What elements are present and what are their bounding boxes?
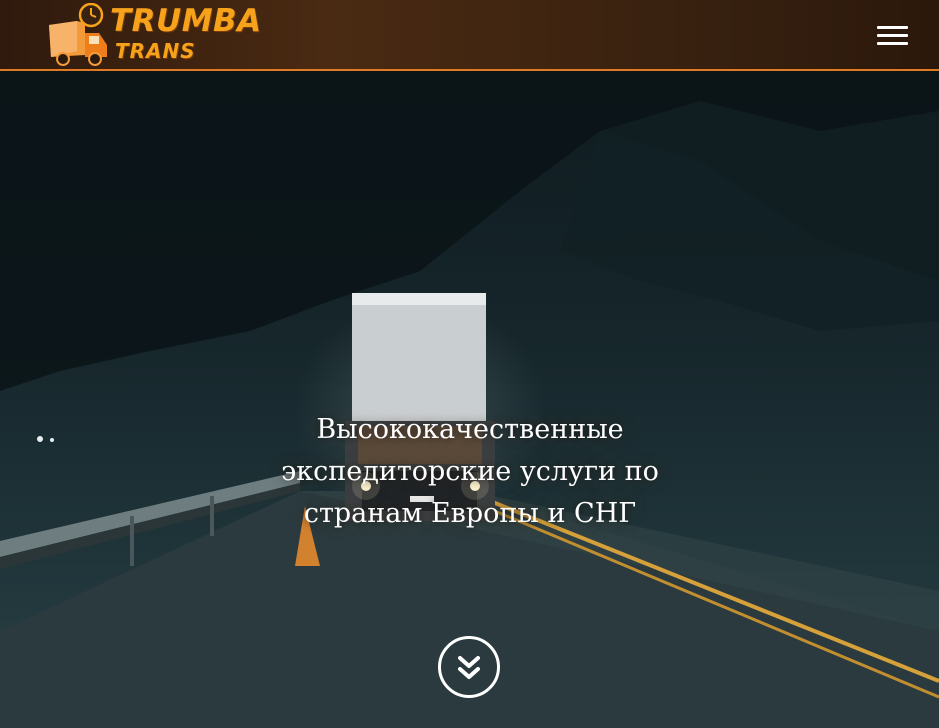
hamburger-menu-icon[interactable] (877, 26, 909, 48)
hero-headline: Высококачественные экспедиторские услуги… (281, 414, 659, 529)
scroll-down-button[interactable] (438, 636, 500, 698)
hero-section: Высококачественные экспедиторские услуги… (0, 71, 939, 728)
logo[interactable]: TRUMBA TRANS (47, 3, 261, 67)
hero-background-image (0, 71, 939, 728)
truck-clock-icon (49, 3, 107, 66)
site-header: TRUMBA TRANS (0, 0, 939, 71)
double-chevron-down-icon (458, 656, 480, 679)
logo-text-trumba: TRUMBA (110, 3, 262, 39)
logo-text-trans: TRANS (115, 39, 196, 63)
